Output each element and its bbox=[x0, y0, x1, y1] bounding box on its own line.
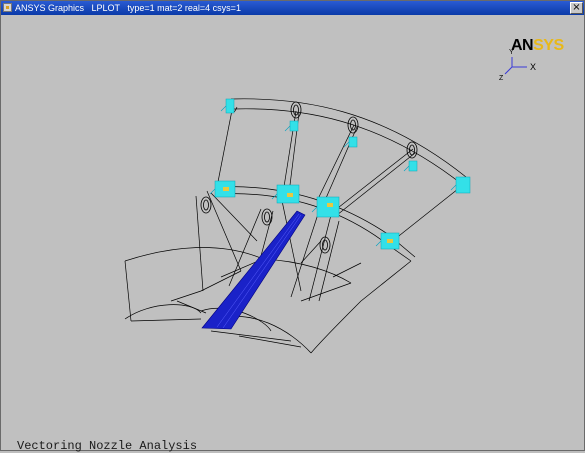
constraint-symbols bbox=[209, 98, 471, 250]
triad-y-label: Y bbox=[509, 49, 514, 56]
coordinate-triad bbox=[504, 57, 527, 75]
triad-x-label: X bbox=[530, 62, 536, 72]
meshed-strip bbox=[201, 210, 306, 330]
graphics-viewport[interactable]: ANSYS X Y Z Vectoring Nozzle Analysis bbox=[1, 15, 584, 453]
ansys-app-icon bbox=[3, 3, 12, 12]
model-plot: X Y Z bbox=[124, 49, 536, 354]
close-button[interactable]: × bbox=[570, 2, 583, 14]
triad-z-label: Z bbox=[499, 75, 504, 82]
ansys-graphics-window: ANSYS Graphics LPLOT type=1 mat=2 real=4… bbox=[0, 0, 585, 453]
window-title: ANSYS Graphics LPLOT type=1 mat=2 real=4… bbox=[15, 3, 241, 13]
title-bar[interactable]: ANSYS Graphics LPLOT type=1 mat=2 real=4… bbox=[1, 1, 584, 15]
